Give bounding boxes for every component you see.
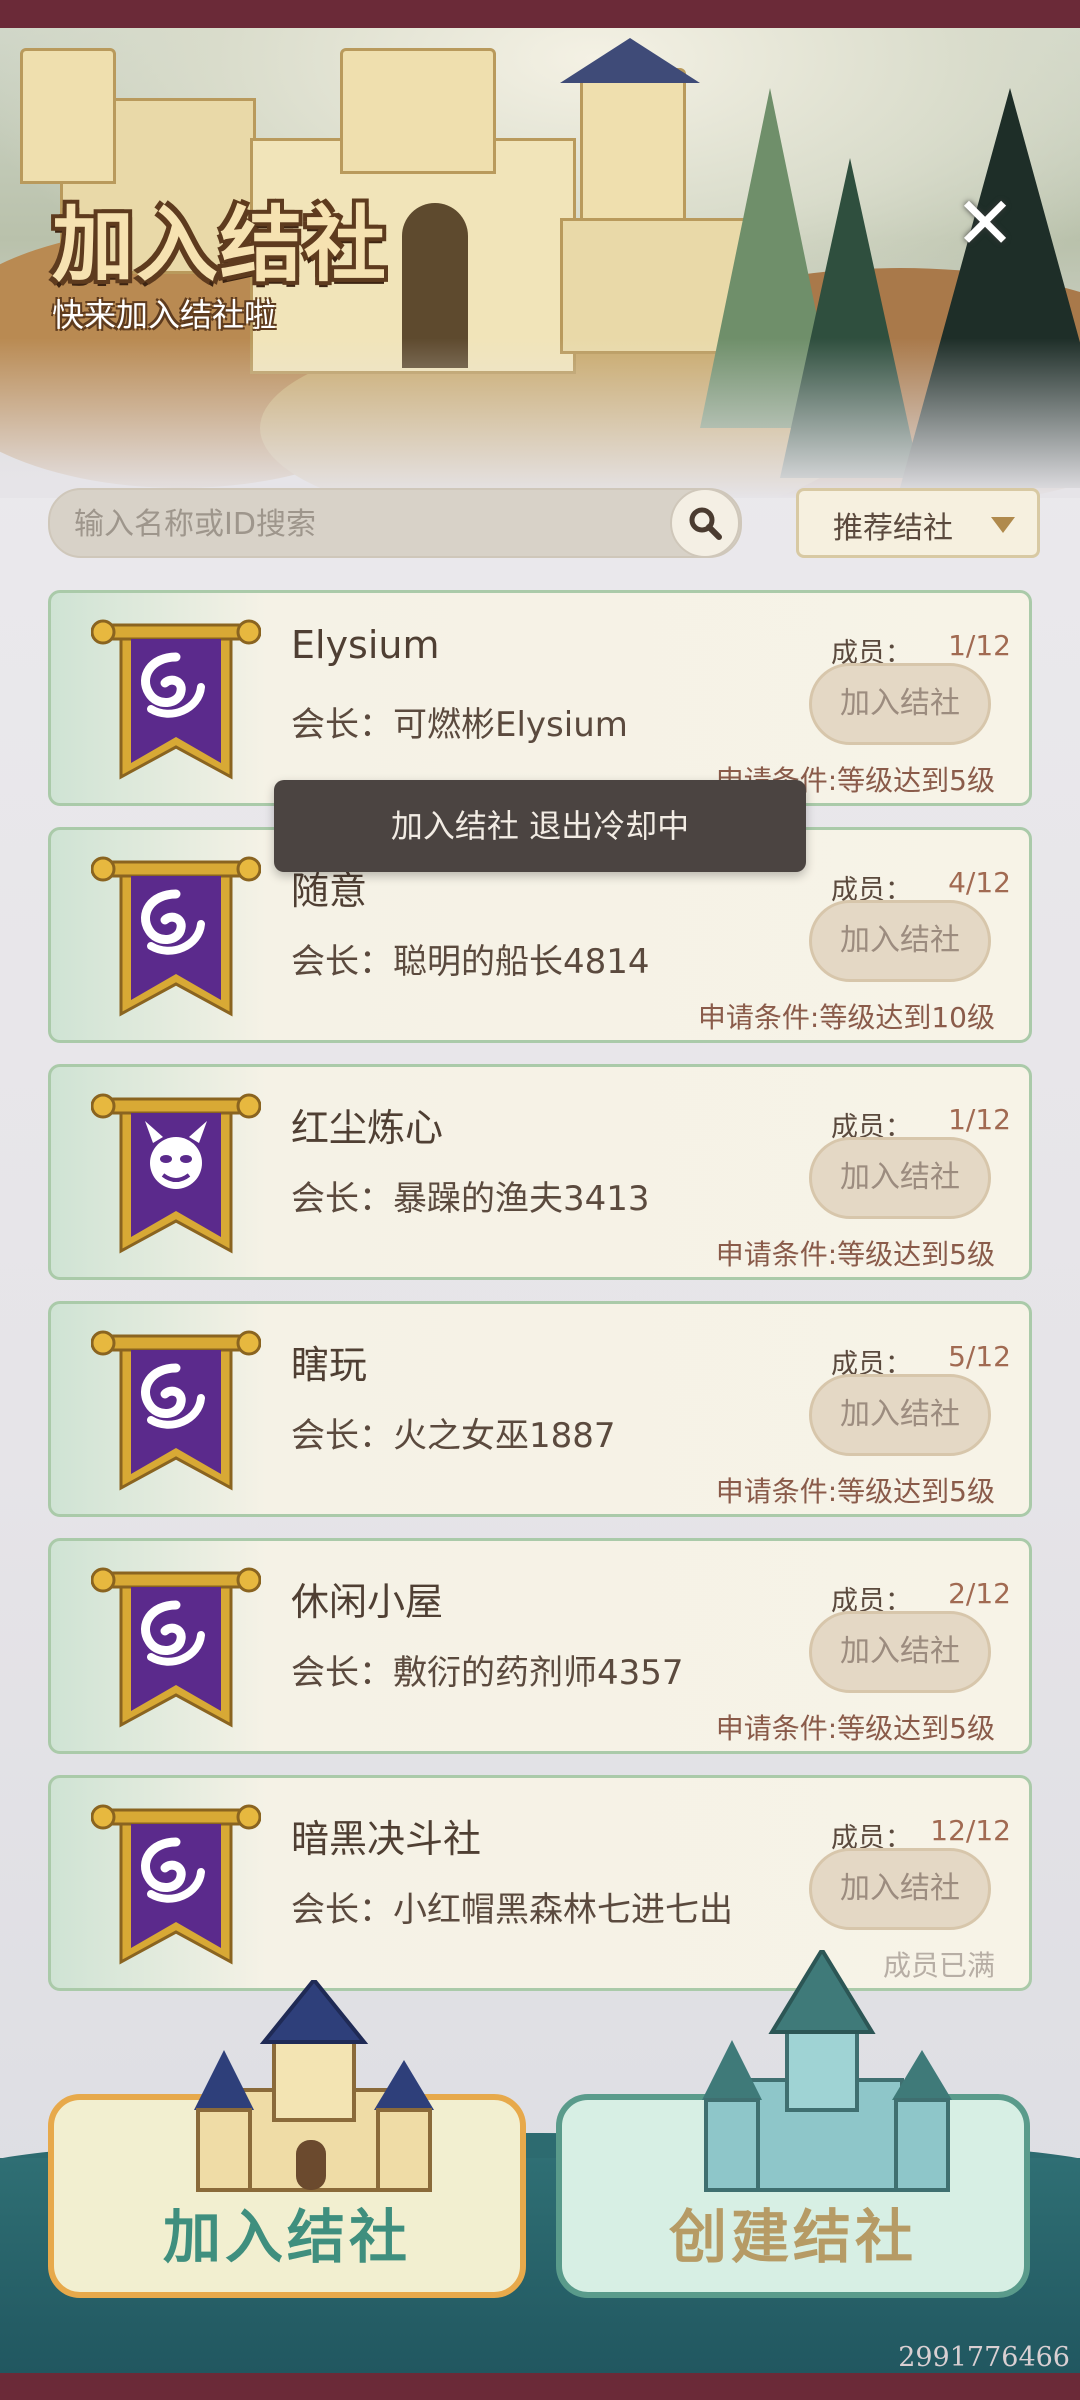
guild-filter-dropdown[interactable]: 推荐结社: [796, 488, 1040, 558]
leader-name: 暴躁的渔夫3413: [393, 1179, 650, 1219]
leader-prefix: 会长：: [291, 705, 393, 745]
guild-requirement: 申请条件:等级达到5级: [715, 1238, 995, 1271]
leader-name: 小红帽黑森林七进七出: [393, 1890, 733, 1930]
page-subtitle: 快来加入结社啦: [52, 296, 277, 334]
leader-name: 敷衍的药剂师4357: [393, 1653, 684, 1693]
members-count: 1/12: [948, 1103, 1011, 1136]
leader-prefix: 会长：: [291, 942, 393, 982]
join-guild-button[interactable]: 加入结社: [809, 1137, 991, 1219]
swirl-emblem-icon: [91, 1330, 261, 1491]
leader-name: 火之女巫1887: [393, 1416, 616, 1456]
members-count: 2/12: [948, 1577, 1011, 1610]
leader-prefix: 会长：: [291, 1179, 393, 1219]
page-title: 加入结社: [52, 198, 389, 293]
search-icon: [689, 507, 722, 540]
create-guild-tab-button[interactable]: 创建结社: [556, 1950, 1030, 2298]
join-guild-tab-button[interactable]: 加入结社: [48, 1980, 526, 2298]
search-button[interactable]: [670, 488, 740, 558]
swirl-emblem-icon: [91, 856, 261, 1017]
user-id-watermark: 2991776466: [898, 2342, 1070, 2373]
guild-card[interactable]: Elysium 会长：可燃彬Elysium 成员： 1/12 加入结社 申请条件:等级达到…: [48, 590, 1032, 806]
join-guild-button[interactable]: 加入结社: [809, 1374, 991, 1456]
members-count: 5/12: [948, 1340, 1011, 1373]
leader-name: 可燃彬Elysium: [393, 705, 628, 745]
swirl-emblem-icon: [91, 1804, 261, 1965]
join-guild-button[interactable]: 加入结社: [809, 663, 991, 745]
leader-prefix: 会长：: [291, 1416, 393, 1456]
guild-leader: 会长：可燃彬Elysium: [291, 697, 628, 746]
members-count: 12/12: [930, 1814, 1011, 1847]
guild-card[interactable]: 瞎玩 会长：火之女巫1887 成员： 5/12 加入结社 申请条件:等级达到5级: [48, 1301, 1032, 1517]
leader-prefix: 会长：: [291, 1890, 393, 1930]
search-input[interactable]: [72, 490, 636, 558]
guild-name: 暗黑决斗社: [291, 1817, 482, 1861]
join-guild-label: 加入结社: [162, 2203, 411, 2271]
castle-icon: [194, 1980, 434, 2192]
guild-join-panel: 加入结社 快来加入结社啦 ✕ 推荐结社 Elysium会长：可燃彬Elysium…: [0, 28, 1080, 2373]
guild-name: Elysium: [291, 623, 440, 667]
filter-label: 推荐结社: [833, 511, 953, 546]
close-icon[interactable]: ✕: [950, 187, 1020, 259]
create-guild-label: 创建结社: [668, 2203, 917, 2271]
guild-leader: 会长：小红帽黑森林七进七出: [291, 1882, 733, 1931]
swirl-emblem-icon: [91, 619, 261, 780]
leader-name: 聪明的船长4814: [393, 942, 650, 982]
guild-name: 休闲小屋: [291, 1580, 444, 1624]
leader-prefix: 会长：: [291, 1653, 393, 1693]
guild-card[interactable]: 红尘炼心 会长：暴躁的渔夫3413 成员： 1/12 加入结社 申请条件:等级达到5级: [48, 1064, 1032, 1280]
guild-leader: 会长：暴躁的渔夫3413: [291, 1171, 650, 1220]
join-guild-button[interactable]: 加入结社: [809, 1611, 991, 1693]
triangle-down-icon: [991, 517, 1015, 533]
search-bar: [48, 488, 742, 558]
guild-leader: 会长：聪明的船长4814: [291, 934, 650, 983]
swirl-emblem-icon: [91, 1567, 261, 1728]
guild-requirement: 申请条件:等级达到10级: [697, 1001, 995, 1034]
guild-name: 红尘炼心: [291, 1106, 444, 1150]
guild-requirement: 申请条件:等级达到5级: [715, 1475, 995, 1508]
members-count: 1/12: [948, 629, 1011, 662]
guild-requirement: 申请条件:等级达到5级: [715, 1712, 995, 1745]
guild-leader: 会长：敷衍的药剂师4357: [291, 1645, 684, 1694]
cooldown-toast: 加入结社 退出冷却中: [274, 780, 806, 872]
guild-leader: 会长：火之女巫1887: [291, 1408, 616, 1457]
guild-name: 瞎玩: [291, 1343, 368, 1387]
demon-emblem-icon: [91, 1093, 261, 1254]
members-count: 4/12: [948, 866, 1011, 899]
guild-card[interactable]: 休闲小屋 会长：敷衍的药剂师4357 成员： 2/12 加入结社 申请条件:等级达到5级: [48, 1538, 1032, 1754]
join-guild-button[interactable]: 加入结社: [809, 900, 991, 982]
castle-icon: [702, 1950, 952, 2192]
join-guild-button[interactable]: 加入结社: [809, 1848, 991, 1930]
